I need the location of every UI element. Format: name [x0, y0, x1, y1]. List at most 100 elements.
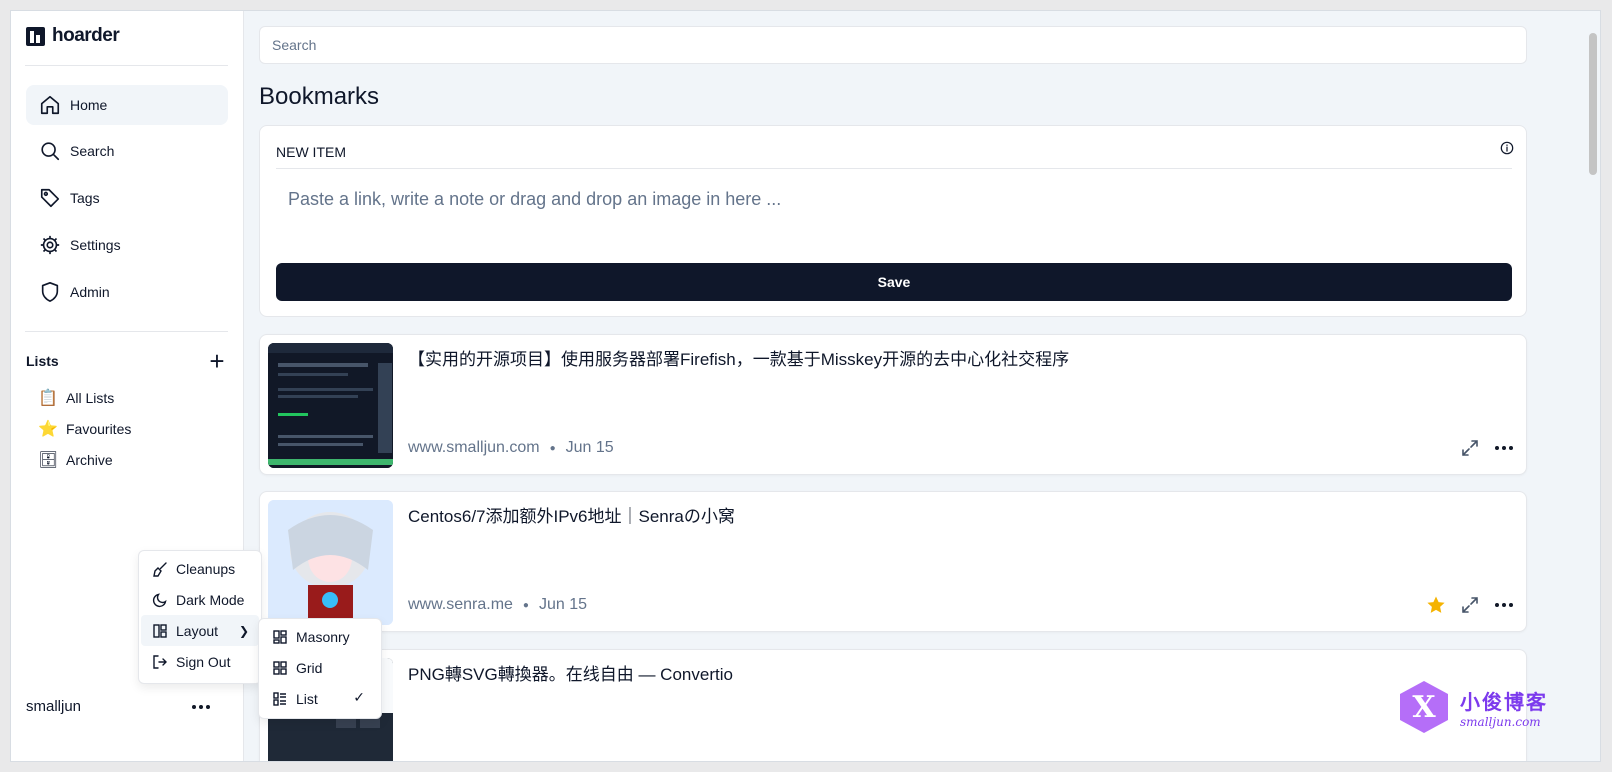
list-item-all-lists[interactable]: 📋 All Lists	[38, 388, 114, 408]
list-label: All Lists	[66, 390, 115, 406]
menu-item-list[interactable]: List ✓	[261, 683, 379, 714]
list-label: Archive	[66, 452, 113, 468]
page-title: Bookmarks	[259, 83, 380, 110]
watermark-logo-icon: X	[1400, 681, 1448, 733]
lists-header: Lists +	[26, 348, 228, 374]
dot	[1502, 446, 1506, 450]
star-icon[interactable]	[1426, 595, 1446, 615]
dot	[192, 705, 196, 709]
expand-icon[interactable]	[1460, 438, 1480, 458]
bookmark-thumbnail[interactable]	[268, 343, 393, 468]
dot	[1495, 446, 1499, 450]
app-logo[interactable]: hoarder	[25, 25, 120, 47]
layout-submenu: Masonry Grid List ✓	[258, 618, 382, 719]
menu-item-label: Sign Out	[176, 653, 231, 670]
menu-item-layout[interactable]: Layout ❯	[141, 615, 259, 646]
bookmark-domain[interactable]: www.smalljun.com	[408, 439, 540, 457]
menu-item-cleanups[interactable]: Cleanups	[141, 553, 259, 584]
sidebar-item-home[interactable]: Home	[26, 85, 228, 125]
sidebar-item-label: Admin	[70, 284, 110, 300]
list-item-favourites[interactable]: ⭐ Favourites	[38, 419, 131, 439]
sidebar-divider	[25, 331, 228, 332]
bookmark-domain[interactable]: www.senra.me	[408, 596, 513, 614]
list-emoji: 📋	[38, 390, 58, 407]
check-icon: ✓	[353, 689, 365, 705]
logo-icon	[26, 26, 45, 46]
sidebar-item-admin[interactable]: Admin	[26, 272, 228, 312]
sidebar-item-search[interactable]: Search	[26, 131, 228, 171]
bookmark-card[interactable]: Centos6/7添加额外IPv6地址｜Senraの小窝 www.senra.m…	[259, 491, 1527, 632]
layout-icon	[153, 623, 167, 638]
user-menu: Cleanups Dark Mode Layout ❯ Sign Out	[138, 550, 262, 684]
shield-icon	[41, 282, 59, 302]
list-emoji: ⭐	[38, 421, 58, 438]
bookmark-title[interactable]: 【实用的开源项目】使用服务器部署Firefish，一款基于Misskey开源的去…	[408, 345, 1069, 370]
sidebar-item-label: Search	[70, 143, 115, 159]
menu-item-masonry[interactable]: Masonry	[261, 621, 379, 652]
bookmark-actions	[1426, 595, 1514, 615]
moon-icon	[152, 592, 167, 607]
bookmark-card[interactable]: 【实用的开源项目】使用服务器部署Firefish，一款基于Misskey开源的去…	[259, 334, 1527, 475]
dot	[1495, 603, 1499, 607]
bookmark-date: Jun 15	[565, 439, 614, 456]
search-icon	[41, 142, 60, 161]
sidebar-item-tags[interactable]: Tags	[26, 178, 228, 218]
bookmark-thumbnail[interactable]	[268, 500, 393, 625]
home-icon	[40, 95, 60, 115]
user-menu-button[interactable]	[189, 699, 213, 715]
sidebar-item-label: Settings	[70, 237, 121, 253]
list-label: Favourites	[66, 421, 132, 437]
watermark-line1: 小俊博客	[1460, 689, 1548, 714]
scrollbar[interactable]	[1586, 11, 1600, 761]
menu-item-grid[interactable]: Grid	[261, 652, 379, 683]
more-options-button[interactable]	[1494, 446, 1514, 450]
add-list-button[interactable]: +	[206, 348, 228, 374]
sidebar-divider	[25, 65, 228, 66]
list-icon	[273, 691, 286, 706]
expand-icon[interactable]	[1460, 595, 1480, 615]
menu-item-label: Cleanups	[176, 560, 236, 577]
sidebar-item-label: Tags	[70, 190, 100, 206]
info-icon[interactable]	[1500, 141, 1514, 155]
scrollbar-thumb[interactable]	[1589, 33, 1597, 175]
broom-icon	[153, 561, 167, 577]
bookmark-title[interactable]: Centos6/7添加额外IPv6地址｜Senraの小窝	[408, 502, 735, 527]
more-options-button[interactable]	[1494, 603, 1514, 607]
meta-separator: ●	[549, 442, 556, 454]
watermark-text: 小俊博客 smalljun.com	[1460, 686, 1548, 729]
bookmark-meta: www.senra.me ● Jun 15	[408, 596, 587, 614]
sidebar-item-label: Home	[70, 97, 108, 113]
menu-item-dark-mode[interactable]: Dark Mode	[141, 584, 259, 615]
meta-separator: ●	[522, 599, 529, 611]
bookmark-date: Jun 15	[538, 596, 588, 613]
dot	[1502, 603, 1506, 607]
app-name: hoarder	[52, 25, 120, 46]
list-emoji: 🗄	[38, 452, 59, 469]
new-item-input[interactable]: Paste a link, write a note or drag and d…	[288, 189, 781, 210]
bookmark-card[interactable]: PNG轉SVG轉換器。在线自由 — Convertio	[259, 649, 1527, 761]
app-window: hoarder Home Search Tags Settings Admin …	[10, 10, 1601, 762]
thumbnail-image	[268, 343, 393, 468]
menu-item-label: Grid	[296, 659, 323, 676]
menu-item-label: Masonry	[296, 628, 350, 645]
watermark: X 小俊博客 smalljun.com	[1396, 677, 1556, 737]
username: smalljun	[26, 698, 82, 715]
list-item-archive[interactable]: 🗄 Archive	[38, 450, 113, 470]
svg-text:X: X	[1412, 690, 1436, 725]
menu-item-label: List	[296, 690, 318, 707]
sign-out-icon	[153, 654, 167, 669]
tag-icon	[40, 188, 60, 208]
thumbnail-image	[268, 500, 393, 625]
menu-item-sign-out[interactable]: Sign Out	[141, 646, 259, 677]
bookmark-actions	[1460, 438, 1514, 458]
sidebar-item-settings[interactable]: Settings	[26, 225, 228, 265]
dot	[1509, 603, 1513, 607]
save-button[interactable]: Save	[276, 263, 1512, 301]
search-input[interactable]: Search	[259, 26, 1527, 64]
gear-icon	[40, 235, 60, 255]
chevron-right-icon: ❯	[238, 624, 249, 638]
new-item-label: NEW ITEM	[276, 144, 346, 160]
masonry-icon	[273, 629, 287, 644]
dot	[199, 705, 203, 709]
bookmark-title[interactable]: PNG轉SVG轉換器。在线自由 — Convertio	[408, 660, 733, 685]
